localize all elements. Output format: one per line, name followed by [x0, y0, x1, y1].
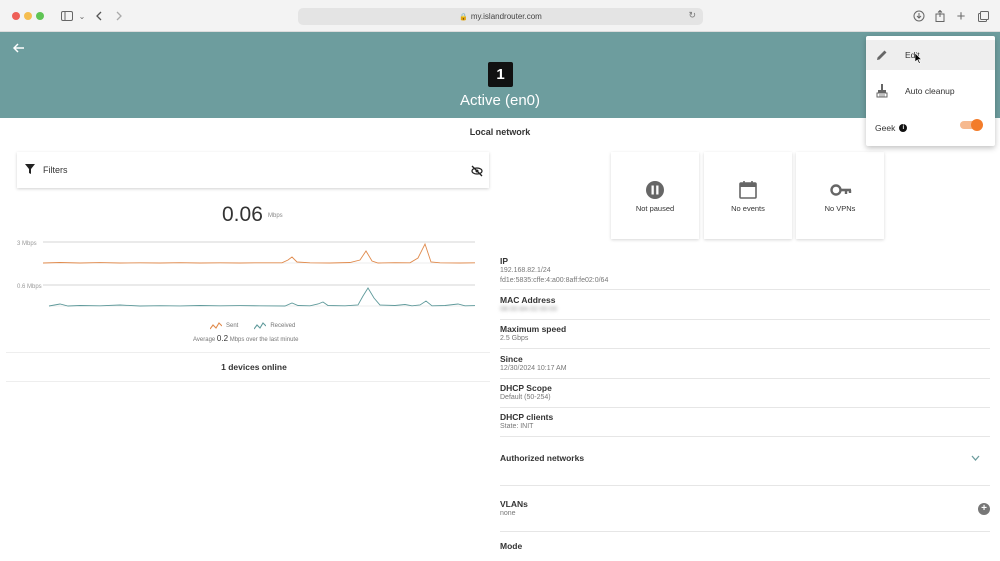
pause-circle-icon [645, 180, 665, 200]
dhcp-clients-row: DHCP clients State: INIT [500, 412, 990, 437]
avg-value: 0.2 [216, 334, 229, 343]
sent-legend-label: Sent [226, 323, 239, 329]
divider [6, 381, 490, 382]
received-series-line [48, 287, 476, 307]
menu-auto-cleanup-label: Auto cleanup [905, 86, 955, 96]
dhcp-clients-value: State: INIT [500, 423, 534, 430]
current-rate-unit: Mbps [268, 213, 283, 219]
received-legend-label: Received [270, 323, 296, 329]
events-card[interactable]: No events [704, 152, 792, 239]
authorized-networks-label: Authorized networks [500, 453, 585, 463]
section-title: Local network [469, 127, 531, 137]
pencil-icon [875, 48, 889, 62]
received-axis-label: 0.6 Mbps [17, 284, 42, 290]
speed-row: Maximum speed 2.5 Gbps [500, 324, 990, 349]
since-row: Since 12/30/2024 10:17 AM [500, 354, 990, 379]
key-icon [830, 180, 852, 200]
ipv4-value: 192.168.82.1/24 [500, 267, 551, 274]
filter-icon [25, 163, 35, 177]
events-label: No events [731, 204, 765, 213]
browser-toolbar: ⌄ 🔒 my.islandrouter.com ↻ + [0, 0, 1000, 32]
add-vlan-button[interactable]: + [978, 503, 990, 515]
new-tab-icon[interactable]: + [952, 7, 970, 25]
vlans-value: none [500, 510, 516, 517]
speed-label: Maximum speed [500, 324, 567, 334]
sent-axis-label: 3 Mbps [17, 241, 37, 247]
speed-value: 2.5 Gbps [500, 335, 529, 342]
dhcp-scope-row: DHCP Scope Default (50-254) [500, 383, 990, 408]
dhcp-clients-label: DHCP clients [500, 412, 554, 422]
sent-series-line [42, 242, 476, 264]
port-title: Active (en0) [459, 92, 541, 109]
mouse-cursor-icon [915, 53, 923, 64]
chevron-down-icon[interactable]: ⌄ [73, 7, 91, 25]
eye-off-icon[interactable] [471, 164, 483, 177]
back-arrow-icon[interactable] [10, 40, 28, 56]
avg-suffix: Mbps over the last minute [229, 337, 299, 343]
back-icon[interactable] [90, 7, 108, 25]
received-legend-swatch [253, 322, 267, 330]
vlans-label: VLANs [500, 499, 528, 509]
minimize-window-button[interactable] [24, 12, 32, 20]
average-rate: Average 0.2 Mbps over the last minute [193, 334, 298, 343]
ip-row: IP 192.168.82.1/24 fd1e:5835:cffe:4:a00:… [500, 256, 990, 290]
since-label: Since [500, 354, 523, 364]
download-icon[interactable] [910, 7, 928, 25]
filters-panel[interactable]: Filters [17, 152, 489, 188]
close-window-button[interactable] [12, 12, 20, 20]
options-menu: Edit Auto cleanup Geek i [866, 36, 995, 146]
vlans-row: VLANs none + [500, 499, 990, 532]
menu-item-geek[interactable]: Geek i [866, 113, 995, 143]
dhcp-scope-label: DHCP Scope [500, 383, 552, 393]
menu-item-edit[interactable]: Edit [866, 40, 995, 70]
forward-icon[interactable] [110, 7, 128, 25]
port-header: 1 Active (en0) [0, 32, 1000, 118]
vpns-label: No VPNs [824, 204, 856, 213]
tab-overview-icon[interactable] [974, 7, 992, 25]
lock-icon: 🔒 [459, 13, 468, 21]
address-bar[interactable]: 🔒 my.islandrouter.com ↻ [298, 8, 703, 25]
current-rate: 0.06 [222, 203, 263, 226]
mode-row: Mode [500, 541, 990, 559]
authorized-networks-row[interactable]: Authorized networks [500, 453, 990, 486]
pause-status-label: Not paused [635, 204, 675, 213]
dhcp-scope-value: Default (50-254) [500, 394, 551, 401]
sent-legend-swatch [209, 322, 223, 330]
devices-online[interactable]: 1 devices online [170, 362, 338, 372]
chevron-down-icon[interactable] [971, 453, 980, 463]
menu-geek-label: Geek [875, 123, 896, 133]
ip-label: IP [500, 256, 509, 266]
ipv6-value: fd1e:5835:cffe:4:a00:8aff:fe02:0/64 [500, 277, 609, 284]
toggle-knob [971, 119, 983, 131]
calendar-icon [738, 180, 758, 200]
divider [6, 352, 490, 353]
avg-prefix: Average [193, 337, 216, 343]
mac-row: MAC Address 08:00:8A:02:00:00 [500, 295, 990, 320]
filters-label: Filters [43, 165, 68, 175]
pause-status-card[interactable]: Not paused [611, 152, 699, 239]
mode-label: Mode [500, 541, 523, 551]
traffic-chart: 3 Mbps 0.6 Mbps [17, 241, 476, 307]
vpns-card[interactable]: No VPNs [796, 152, 884, 239]
mac-label: MAC Address [500, 295, 556, 305]
port-number-badge: 1 [488, 62, 513, 87]
since-value: 12/30/2024 10:17 AM [500, 365, 567, 372]
share-icon[interactable] [931, 7, 949, 25]
geek-toggle[interactable] [960, 119, 983, 131]
broom-icon [875, 84, 889, 98]
info-icon[interactable]: i [899, 124, 908, 132]
mac-value: 08:00:8A:02:00:00 [500, 306, 558, 313]
reload-icon[interactable]: ↻ [688, 10, 696, 21]
maximize-window-button[interactable] [36, 12, 44, 20]
menu-item-auto-cleanup[interactable]: Auto cleanup [866, 76, 995, 106]
url-text: my.islandrouter.com [470, 12, 542, 21]
chart-legend: Sent Received [209, 322, 296, 330]
